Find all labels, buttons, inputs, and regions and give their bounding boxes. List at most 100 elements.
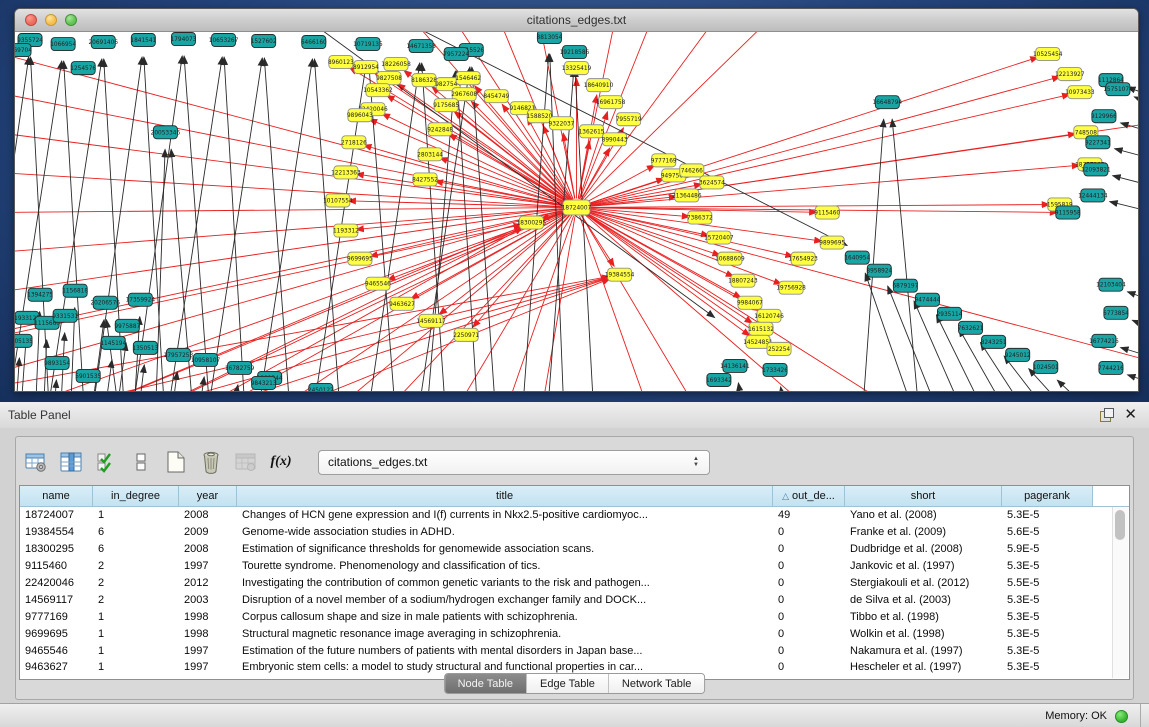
network-canvas[interactable]: 8960123891295418226058982750810543362224… <box>15 32 1138 391</box>
close-window-icon[interactable] <box>25 14 37 26</box>
graph-node[interactable]: 9463627 <box>389 297 415 310</box>
scrollbar-thumb[interactable] <box>1115 510 1125 540</box>
graph-node[interactable]: 20206576 <box>90 296 120 309</box>
graph-node[interactable]: 6773854 <box>1103 306 1129 319</box>
graph-node[interactable]: 12444134 <box>1078 189 1108 202</box>
graph-node[interactable]: 16961758 <box>596 96 626 109</box>
graph-node[interactable]: 7386372 <box>687 211 713 224</box>
table-settings-icon[interactable] <box>24 450 48 474</box>
graph-node[interactable]: 18226058 <box>381 58 411 71</box>
graph-node[interactable]: 1733426 <box>762 363 788 376</box>
graph-node[interactable]: 20691406 <box>88 36 118 49</box>
graph-node[interactable]: 19384554 <box>605 268 635 281</box>
column-header-name[interactable]: name <box>20 486 93 506</box>
graph-node[interactable]: 17654923 <box>788 252 818 265</box>
graph-node[interactable]: 1066954 <box>50 38 76 51</box>
minimize-window-icon[interactable] <box>45 14 57 26</box>
graph-node[interactable]: 1394275 <box>27 288 53 301</box>
graph-node[interactable]: 9242848 <box>427 123 453 136</box>
table-row[interactable]: 1872400712008Changes of HCN gene express… <box>20 507 1129 524</box>
graph-node[interactable]: 18300295 <box>517 216 547 229</box>
graph-node[interactable]: 12103404 <box>1096 278 1126 291</box>
zoom-window-icon[interactable] <box>65 14 77 26</box>
graph-node[interactable]: 2718126 <box>341 136 367 149</box>
graph-node[interactable]: 9227341 <box>1085 136 1111 149</box>
graph-node[interactable]: 8243251 <box>981 335 1007 348</box>
table-vertical-scrollbar[interactable] <box>1112 507 1128 678</box>
graph-node[interactable]: 9843213 <box>251 376 277 389</box>
graph-node[interactable]: 10719135 <box>353 38 383 51</box>
graph-node[interactable]: 7955719 <box>616 113 642 126</box>
table-row[interactable]: 946554611997Estimation of the future num… <box>20 642 1129 659</box>
graph-node[interactable]: 1193312 <box>333 224 359 237</box>
graph-node[interactable]: 1794073 <box>171 33 197 46</box>
graph-node[interactable]: 16648794 <box>873 96 903 109</box>
graph-node[interactable]: 9984067 <box>737 296 763 309</box>
graph-node[interactable]: 8427552 <box>412 173 438 186</box>
graph-node[interactable]: 9699695 <box>347 252 373 265</box>
graph-node[interactable]: 8186328 <box>411 74 437 87</box>
graph-node[interactable]: 1841541 <box>130 34 156 47</box>
network-graph[interactable]: 8960123891295418226058982750810543362224… <box>15 32 1138 391</box>
close-panel-icon[interactable]: ✕ <box>1124 408 1137 422</box>
graph-node[interactable]: 10107554 <box>323 194 353 207</box>
graph-node[interactable]: 9175685 <box>433 99 459 112</box>
graph-hub-node[interactable]: 18724007 <box>562 200 592 215</box>
graph-node[interactable]: 1145194 <box>100 336 126 349</box>
graph-node[interactable]: 9474444 <box>915 293 941 306</box>
graph-node[interactable]: 9245012 <box>1005 348 1031 361</box>
graph-node[interactable]: 2450122 <box>308 383 334 391</box>
row-height-icon[interactable] <box>129 450 153 474</box>
graph-node[interactable]: 13325419 <box>562 62 592 75</box>
graph-node[interactable]: 252254 <box>767 342 791 355</box>
graph-node[interactable]: 10688609 <box>715 252 745 265</box>
network-window-titlebar[interactable]: citations_edges.txt <box>15 9 1138 32</box>
graph-node[interactable]: 17359924 <box>126 293 156 306</box>
table-row[interactable]: 1456911722003Disruption of a novel membe… <box>20 591 1129 608</box>
graph-node[interactable]: 18807243 <box>728 274 758 287</box>
graph-node[interactable]: 12093821 <box>1081 163 1111 176</box>
graph-node[interactable]: 9827508 <box>376 72 402 85</box>
graph-node[interactable]: 19218586 <box>560 46 590 59</box>
graph-node[interactable]: 15751074 <box>1103 83 1133 96</box>
graph-node[interactable]: 8454749 <box>483 90 509 103</box>
graph-node[interactable]: 9465546 <box>365 277 391 290</box>
graph-node[interactable]: 21364486 <box>672 189 702 202</box>
graph-node[interactable]: 10973433 <box>1065 86 1095 99</box>
graph-node[interactable]: 1869704 <box>15 44 32 57</box>
graph-node[interactable]: 19756928 <box>776 281 806 294</box>
graph-node[interactable]: 10653267 <box>209 34 239 47</box>
graph-node[interactable]: 18640910 <box>584 79 614 92</box>
graph-node[interactable]: 14671358 <box>406 40 436 53</box>
graph-node[interactable]: 15720407 <box>704 231 734 244</box>
delete-table-icon[interactable] <box>199 450 223 474</box>
graph-node[interactable]: 9896043 <box>347 109 373 122</box>
table-row[interactable]: 1938455462009Genome-wide association stu… <box>20 524 1129 541</box>
graph-node[interactable]: 9115958 <box>1055 206 1081 219</box>
float-panel-icon[interactable] <box>1100 408 1114 422</box>
tab-edge-table[interactable]: Edge Table <box>527 674 609 693</box>
graph-node[interactable]: 7632621 <box>958 321 984 334</box>
graph-node[interactable]: 1362615 <box>579 125 605 138</box>
graph-node[interactable]: 9322037 <box>549 117 575 130</box>
tab-network-table[interactable]: Network Table <box>609 674 705 693</box>
graph-node[interactable]: 1615132 <box>748 322 774 335</box>
column-header-pagerank[interactable]: pagerank <box>1002 486 1093 506</box>
new-table-icon[interactable] <box>164 450 188 474</box>
column-header-in-degree[interactable]: in_degree <box>93 486 179 506</box>
column-select-icon[interactable] <box>59 450 83 474</box>
graph-node[interactable]: 8813054 <box>537 32 563 44</box>
graph-node[interactable]: 8912954 <box>353 61 379 74</box>
graph-node[interactable]: 1527602 <box>251 35 277 48</box>
graph-node[interactable]: 1254576 <box>70 62 96 75</box>
graph-node[interactable]: 3624574 <box>699 176 725 189</box>
graph-node[interactable]: 1640954 <box>844 251 870 264</box>
graph-node[interactable]: 5905135 <box>15 334 33 347</box>
graph-node[interactable]: 1156818 <box>62 284 88 297</box>
graph-node[interactable]: 9975887 <box>114 319 140 332</box>
graph-node[interactable]: 9893154 <box>44 356 70 369</box>
graph-node[interactable]: 16782759 <box>225 361 255 374</box>
graph-node[interactable]: 6466160 <box>301 36 327 49</box>
graph-node[interactable]: 1024501 <box>1033 360 1059 373</box>
graph-node[interactable]: 746266 <box>680 164 704 177</box>
